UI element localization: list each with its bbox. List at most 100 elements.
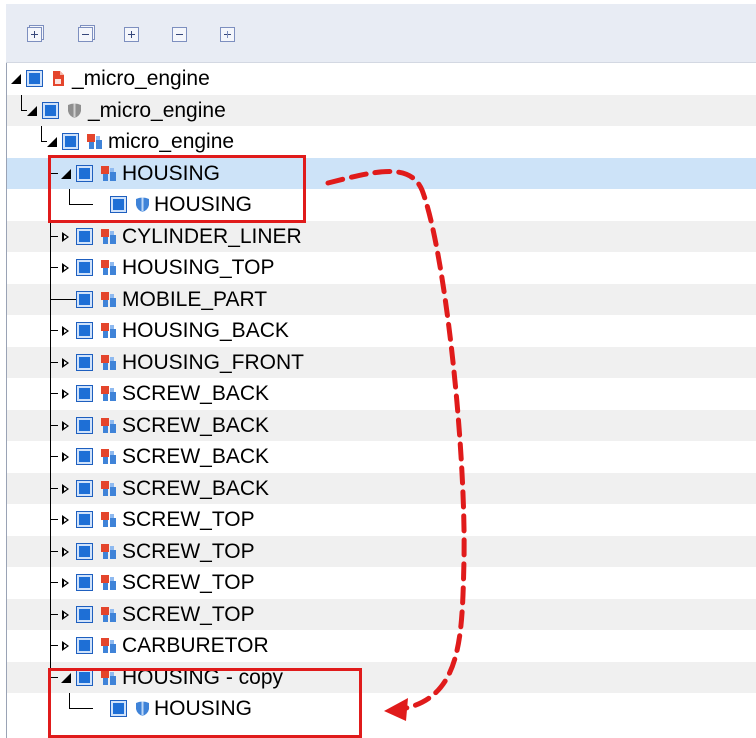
visibility-checkbox[interactable] xyxy=(76,574,93,591)
collapse-arrow-icon[interactable] xyxy=(61,169,71,179)
expand-arrow-icon[interactable] xyxy=(61,326,71,336)
tree-connector xyxy=(50,473,51,506)
tree-connector xyxy=(50,536,51,569)
tree-connector xyxy=(50,519,58,520)
expand-selected-icon[interactable] xyxy=(220,27,235,42)
visibility-checkbox[interactable] xyxy=(76,543,93,560)
tree-connector xyxy=(69,693,70,708)
tree-row[interactable]: CYLINDER_LINER xyxy=(7,221,756,254)
tree-row-label: HOUSING xyxy=(122,162,221,185)
tree-connector xyxy=(50,267,58,268)
expand-arrow-icon[interactable] xyxy=(61,578,71,588)
tree-row[interactable]: HOUSING xyxy=(7,158,756,191)
tree-row[interactable]: SCREW_BACK xyxy=(7,441,756,474)
tree-connector xyxy=(50,551,58,552)
tree-row[interactable]: _micro_engine xyxy=(7,63,756,94)
collapse-all-icon[interactable] xyxy=(78,27,93,42)
visibility-checkbox[interactable] xyxy=(76,291,93,308)
visibility-checkbox[interactable] xyxy=(76,354,93,371)
tree-row-label: micro_engine xyxy=(108,130,235,153)
tree-connector xyxy=(50,582,58,583)
visibility-checkbox[interactable] xyxy=(76,669,93,686)
visibility-checkbox[interactable] xyxy=(76,606,93,623)
expand-arrow-icon[interactable] xyxy=(61,641,71,651)
tree-connector xyxy=(21,95,22,110)
tree-row-label: SCREW_BACK xyxy=(122,382,270,405)
expand-arrow-icon[interactable] xyxy=(61,389,71,399)
tree-row[interactable]: HOUSING - copy xyxy=(7,662,756,693)
tree-row[interactable]: SCREW_TOP xyxy=(7,536,756,569)
visibility-checkbox[interactable] xyxy=(62,133,79,150)
expand-arrow-icon[interactable] xyxy=(61,610,71,620)
tree-row-label: SCREW_TOP xyxy=(122,571,255,594)
tree-row[interactable]: SCREW_BACK xyxy=(7,378,756,411)
visibility-checkbox[interactable] xyxy=(76,637,93,654)
tree-row-label: SCREW_TOP xyxy=(122,603,255,626)
visibility-checkbox[interactable] xyxy=(76,322,93,339)
expand-arrow-icon[interactable] xyxy=(61,358,71,368)
tree-row-label: SCREW_BACK xyxy=(122,414,270,437)
tree-row[interactable]: micro_engine xyxy=(7,126,756,157)
tree-row[interactable]: SCREW_BACK xyxy=(7,410,756,443)
visibility-checkbox[interactable] xyxy=(76,259,93,276)
tree-row[interactable]: HOUSING xyxy=(7,189,756,220)
tree-connector xyxy=(50,677,58,678)
tree-connector xyxy=(50,284,51,317)
visibility-checkbox[interactable] xyxy=(76,448,93,465)
visibility-checkbox[interactable] xyxy=(76,511,93,528)
visibility-checkbox[interactable] xyxy=(110,700,127,717)
tree-connector xyxy=(50,630,51,663)
tree-row[interactable]: SCREW_TOP xyxy=(7,599,756,632)
collapse-arrow-icon[interactable] xyxy=(61,673,71,683)
tree-toolbar xyxy=(6,4,756,63)
assembly-icon xyxy=(100,354,117,371)
tree-connector xyxy=(50,488,58,489)
expand-arrow-icon[interactable] xyxy=(61,547,71,557)
tree-row[interactable]: SCREW_BACK xyxy=(7,473,756,506)
collapse-arrow-icon[interactable] xyxy=(27,106,37,116)
visibility-checkbox[interactable] xyxy=(76,228,93,245)
visibility-checkbox[interactable] xyxy=(76,480,93,497)
expand-arrow-icon[interactable] xyxy=(61,484,71,494)
assembly-icon xyxy=(100,543,117,560)
assembly-icon xyxy=(100,480,117,497)
tree-row[interactable]: _micro_engine xyxy=(7,95,756,126)
expand-all-icon[interactable] xyxy=(27,27,42,42)
tree-row[interactable]: SCREW_TOP xyxy=(7,567,756,600)
tree-connector xyxy=(69,204,93,205)
visibility-checkbox[interactable] xyxy=(110,196,127,213)
visibility-checkbox[interactable] xyxy=(42,102,59,119)
tree-row-label: CYLINDER_LINER xyxy=(122,225,302,248)
expand-arrow-icon[interactable] xyxy=(61,452,71,462)
expand-arrow-icon[interactable] xyxy=(61,421,71,431)
tree-row[interactable]: HOUSING_FRONT xyxy=(7,347,756,380)
collapse-arrow-icon[interactable] xyxy=(47,137,57,147)
visibility-checkbox[interactable] xyxy=(26,70,43,87)
tree-row[interactable]: HOUSING_BACK xyxy=(7,315,756,348)
tree-row[interactable]: MOBILE_PART xyxy=(7,284,756,317)
expand-arrow-icon[interactable] xyxy=(61,263,71,273)
tree-row-label: HOUSING - copy xyxy=(122,666,284,689)
tree-connector xyxy=(50,393,58,394)
expand-arrow-icon[interactable] xyxy=(61,515,71,525)
tree-row[interactable]: HOUSING xyxy=(7,693,756,724)
collapse-arrow-icon[interactable] xyxy=(11,74,21,84)
tree-connector xyxy=(50,662,51,678)
collapse-icon[interactable] xyxy=(172,27,187,42)
visibility-checkbox[interactable] xyxy=(76,165,93,182)
tree-row-label: SCREW_TOP xyxy=(122,540,255,563)
tree-row-label: _micro_engine xyxy=(88,99,226,122)
expand-icon[interactable] xyxy=(124,27,139,42)
visibility-checkbox[interactable] xyxy=(76,385,93,402)
expand-arrow-icon[interactable] xyxy=(61,232,71,242)
visibility-checkbox[interactable] xyxy=(76,417,93,434)
assembly-icon xyxy=(100,417,117,434)
tree-row-label: SCREW_BACK xyxy=(122,445,270,468)
tree-row-label: HOUSING_TOP xyxy=(122,256,275,279)
tree-row[interactable]: SCREW_TOP xyxy=(7,504,756,537)
tree-connector xyxy=(50,173,58,174)
tree-row[interactable]: HOUSING_TOP xyxy=(7,252,756,285)
tree-row-label: HOUSING_BACK xyxy=(122,319,289,342)
tree-row-label: HOUSING_FRONT xyxy=(122,351,305,374)
tree-row[interactable]: CARBURETOR xyxy=(7,630,756,663)
